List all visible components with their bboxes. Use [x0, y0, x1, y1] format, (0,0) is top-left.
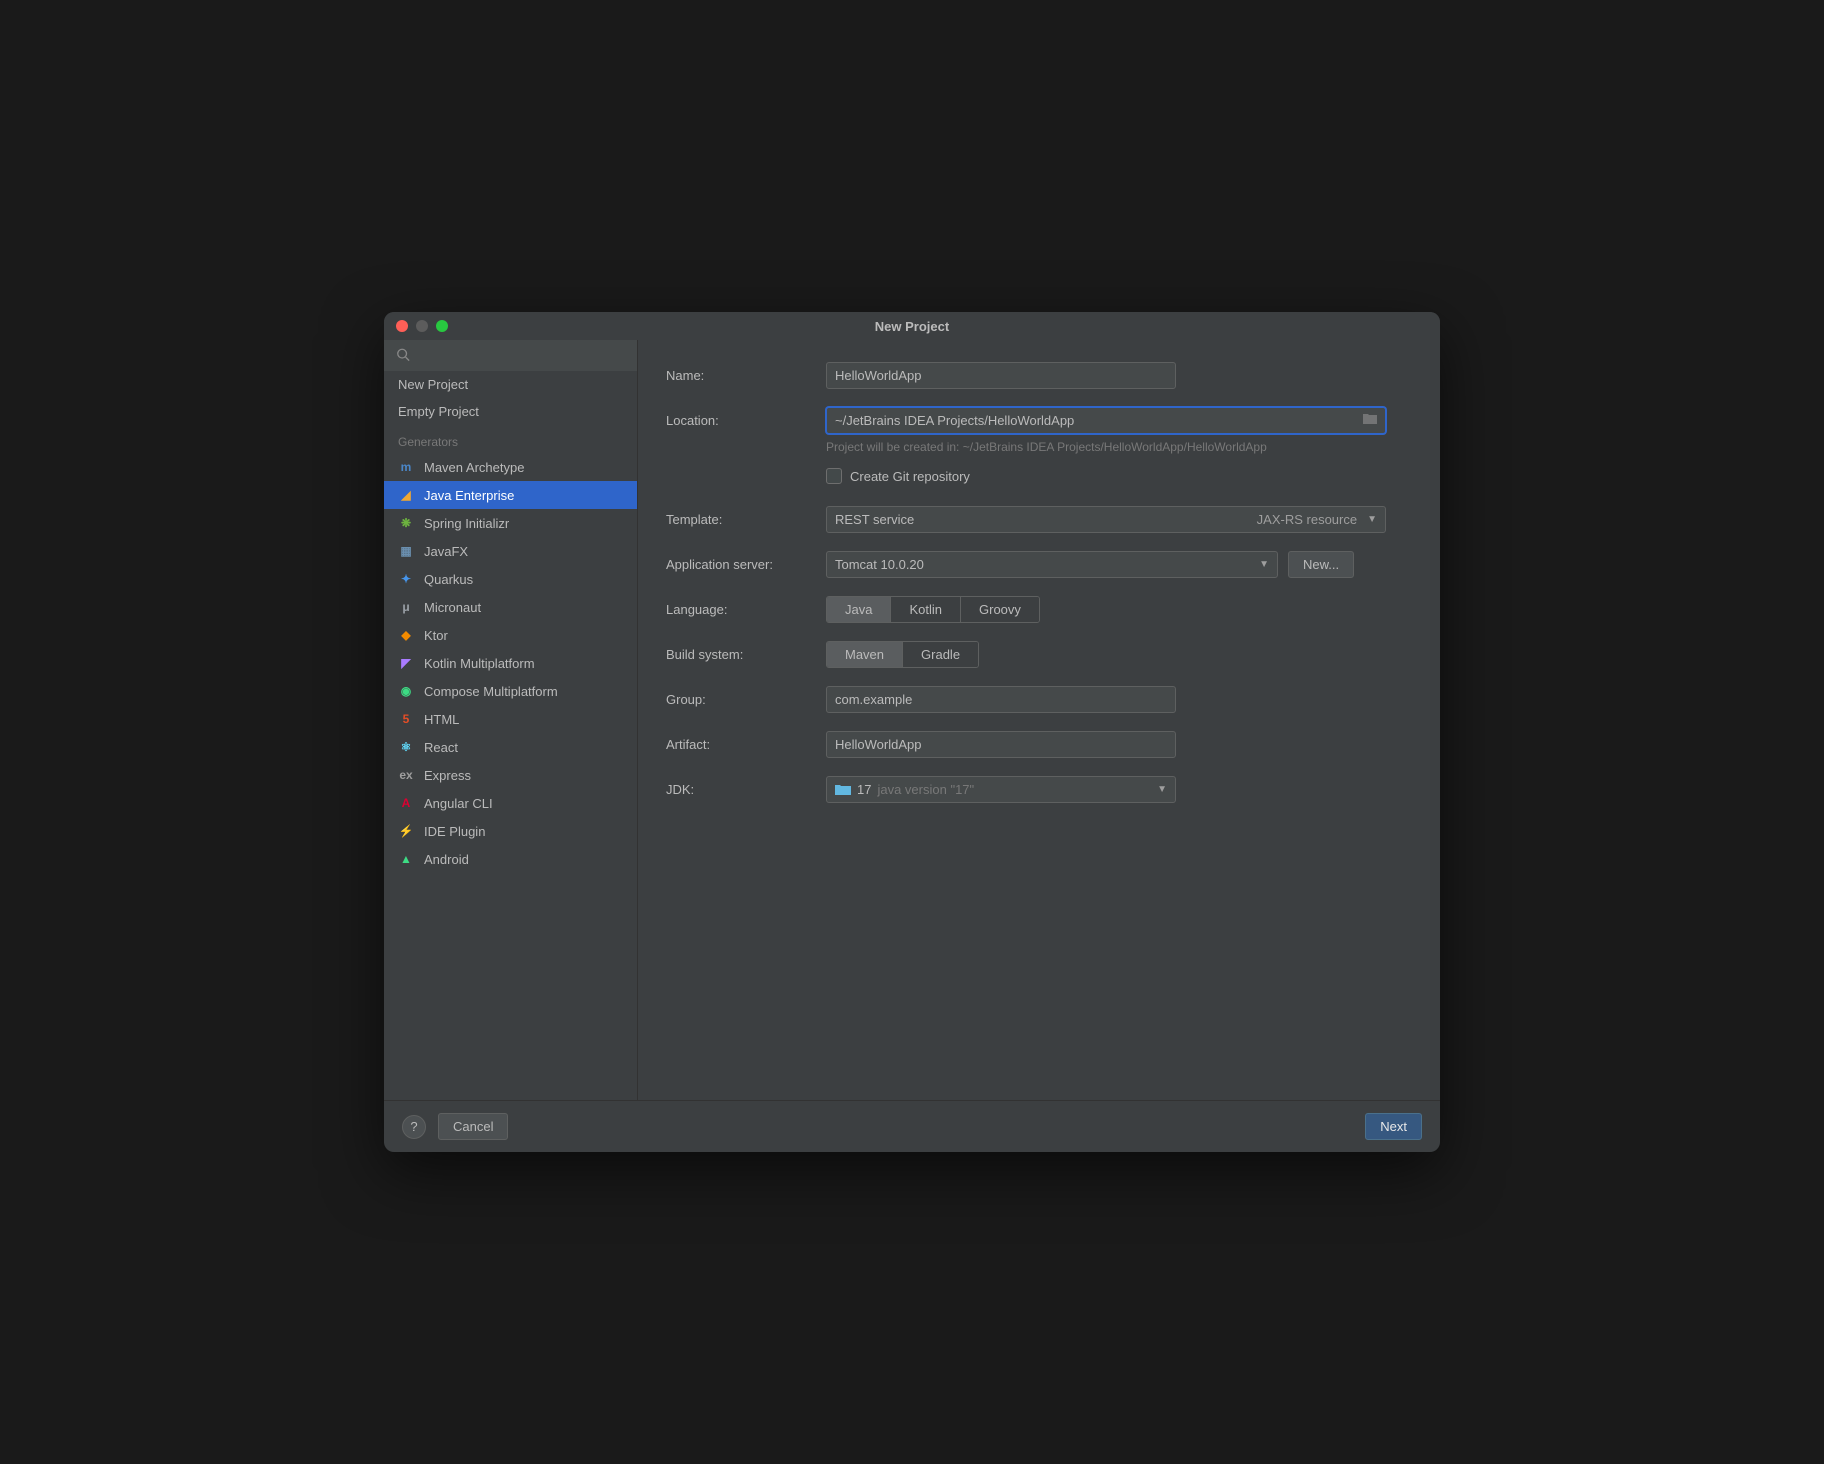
chevron-down-icon: ▼	[1157, 784, 1167, 795]
build-seg-maven[interactable]: Maven	[827, 642, 903, 667]
micronaut-icon: μ	[398, 599, 414, 615]
jdk-desc: java version "17"	[877, 782, 974, 797]
sidebar-item-label: Empty Project	[398, 404, 479, 419]
sidebar-item-maven-archetype[interactable]: m Maven Archetype	[384, 453, 637, 481]
sidebar-item-label: Express	[424, 768, 471, 783]
window-title: New Project	[384, 319, 1440, 334]
template-label: Template:	[666, 512, 826, 527]
html-icon: 5	[398, 711, 414, 727]
sidebar-item-label: Maven Archetype	[424, 460, 524, 475]
cancel-button[interactable]: Cancel	[438, 1113, 508, 1140]
build-seg-gradle[interactable]: Gradle	[903, 642, 978, 667]
sidebar-item-micronaut[interactable]: μ Micronaut	[384, 593, 637, 621]
sidebar-item-label: Ktor	[424, 628, 448, 643]
appserver-select[interactable]: Tomcat 10.0.20 ▼	[826, 551, 1278, 578]
help-button[interactable]: ?	[402, 1115, 426, 1139]
template-select[interactable]: REST service JAX-RS resource ▼	[826, 506, 1386, 533]
lang-seg-groovy[interactable]: Groovy	[961, 597, 1039, 622]
sidebar-item-ide-plugin[interactable]: ⚡ IDE Plugin	[384, 817, 637, 845]
sidebar-item-label: Kotlin Multiplatform	[424, 656, 535, 671]
sidebar-item-compose-multiplatform[interactable]: ◉ Compose Multiplatform	[384, 677, 637, 705]
sidebar-item-express[interactable]: ex Express	[384, 761, 637, 789]
sidebar-item-java-enterprise[interactable]: ◢ Java Enterprise	[384, 481, 637, 509]
sidebar-item-android[interactable]: ▲ Android	[384, 845, 637, 873]
footer: ? Cancel Next	[384, 1100, 1440, 1152]
git-checkbox-label: Create Git repository	[850, 469, 970, 484]
sidebar-item-label: Java Enterprise	[424, 488, 514, 503]
build-segmented: MavenGradle	[826, 641, 979, 668]
sidebar-item-label: Angular CLI	[424, 796, 493, 811]
titlebar: New Project	[384, 312, 1440, 340]
sidebar-item-label: IDE Plugin	[424, 824, 485, 839]
location-hint: Project will be created in: ~/JetBrains …	[826, 440, 1412, 454]
git-checkbox[interactable]	[826, 468, 842, 484]
search-icon	[396, 347, 410, 364]
location-input[interactable]	[826, 407, 1386, 434]
group-input[interactable]	[826, 686, 1176, 713]
name-input[interactable]	[826, 362, 1176, 389]
sidebar-item-ktor[interactable]: ◆ Ktor	[384, 621, 637, 649]
template-extra: JAX-RS resource	[1257, 512, 1357, 527]
kotlin-icon: ◤	[398, 655, 414, 671]
appserver-label: Application server:	[666, 557, 826, 572]
search-input[interactable]	[392, 344, 629, 367]
sidebar-item-kotlin-multiplatform[interactable]: ◤ Kotlin Multiplatform	[384, 649, 637, 677]
jdk-label: JDK:	[666, 782, 826, 797]
jdk-version: 17	[857, 782, 871, 797]
plugin-icon: ⚡	[398, 823, 414, 839]
lang-seg-kotlin[interactable]: Kotlin	[891, 597, 961, 622]
chevron-down-icon: ▼	[1259, 559, 1269, 570]
generators-header: Generators	[384, 425, 637, 453]
next-button[interactable]: Next	[1365, 1113, 1422, 1140]
sidebar-item-label: Micronaut	[424, 600, 481, 615]
sidebar-item-empty-project[interactable]: Empty Project	[384, 398, 637, 425]
chevron-down-icon: ▼	[1367, 514, 1377, 525]
new-project-dialog: New Project New Project Empty Project Ge…	[384, 312, 1440, 1152]
sidebar-item-quarkus[interactable]: ✦ Quarkus	[384, 565, 637, 593]
appserver-value: Tomcat 10.0.20	[835, 557, 924, 572]
appserver-new-button[interactable]: New...	[1288, 551, 1354, 578]
sidebar-item-spring-initializr[interactable]: ❋ Spring Initializr	[384, 509, 637, 537]
build-label: Build system:	[666, 647, 826, 662]
sidebar-item-label: JavaFX	[424, 544, 468, 559]
main-panel: Name: Location: Project will be created …	[638, 340, 1440, 1100]
sidebar-item-label: New Project	[398, 377, 468, 392]
language-segmented: JavaKotlinGroovy	[826, 596, 1040, 623]
artifact-input[interactable]	[826, 731, 1176, 758]
group-label: Group:	[666, 692, 826, 707]
quarkus-icon: ✦	[398, 571, 414, 587]
spring-icon: ❋	[398, 515, 414, 531]
name-label: Name:	[666, 368, 826, 383]
android-icon: ▲	[398, 851, 414, 867]
sidebar: New Project Empty Project Generators m Ma…	[384, 340, 638, 1100]
java-ee-icon: ◢	[398, 487, 414, 503]
sidebar-item-label: Android	[424, 852, 469, 867]
sidebar-item-label: Compose Multiplatform	[424, 684, 558, 699]
location-label: Location:	[666, 413, 826, 428]
jdk-folder-icon	[835, 783, 851, 797]
sidebar-item-label: HTML	[424, 712, 459, 727]
sidebar-item-html[interactable]: 5 HTML	[384, 705, 637, 733]
lang-seg-java[interactable]: Java	[827, 597, 891, 622]
jdk-select[interactable]: 17 java version "17" ▼	[826, 776, 1176, 803]
sidebar-item-label: Quarkus	[424, 572, 473, 587]
angular-icon: A	[398, 795, 414, 811]
sidebar-item-react[interactable]: ⚛ React	[384, 733, 637, 761]
sidebar-item-new-project[interactable]: New Project	[384, 371, 637, 398]
sidebar-item-label: Spring Initializr	[424, 516, 509, 531]
template-value: REST service	[835, 512, 914, 527]
javafx-icon: ▦	[398, 543, 414, 559]
artifact-label: Artifact:	[666, 737, 826, 752]
folder-icon[interactable]	[1362, 411, 1378, 430]
react-icon: ⚛	[398, 739, 414, 755]
sidebar-item-label: React	[424, 740, 458, 755]
ktor-icon: ◆	[398, 627, 414, 643]
sidebar-item-angular-cli[interactable]: A Angular CLI	[384, 789, 637, 817]
express-icon: ex	[398, 767, 414, 783]
maven-icon: m	[398, 459, 414, 475]
sidebar-item-javafx[interactable]: ▦ JavaFX	[384, 537, 637, 565]
compose-icon: ◉	[398, 683, 414, 699]
language-label: Language:	[666, 602, 826, 617]
